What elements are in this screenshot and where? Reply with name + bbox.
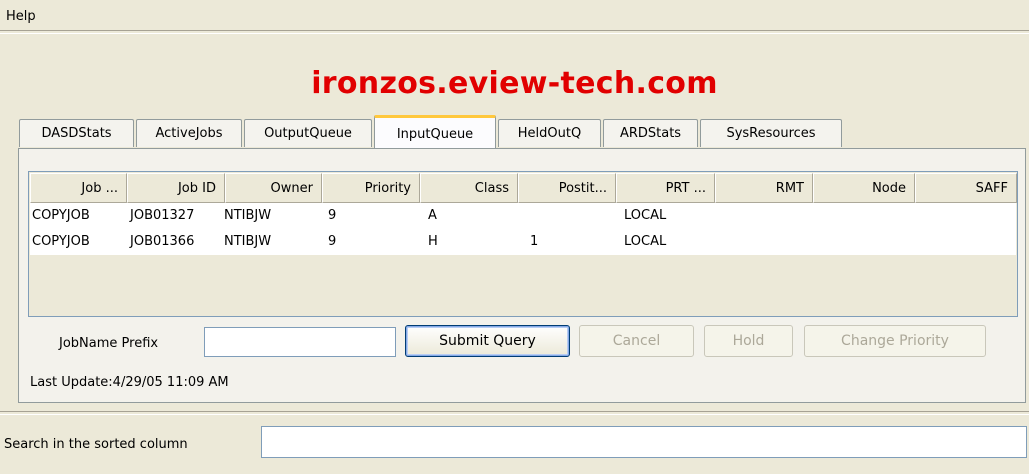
column-header-position[interactable]: Postit... <box>518 173 616 203</box>
column-header-class[interactable]: Class <box>420 173 518 203</box>
column-header-jobname[interactable]: Job ... <box>30 173 127 203</box>
tab-outputqueue[interactable]: OutputQueue <box>244 119 372 147</box>
cell-jobid: JOB01366 <box>130 234 195 249</box>
search-label: Search in the sorted column <box>4 437 188 452</box>
column-header-jobid[interactable]: Job ID <box>127 173 225 203</box>
cell-printer: LOCAL <box>624 234 667 249</box>
column-header-rmt[interactable]: RMT <box>715 173 813 203</box>
menu-bar: Help <box>0 0 1029 30</box>
cell-class: H <box>428 234 438 249</box>
cell-printer: LOCAL <box>624 208 667 223</box>
cell-class: A <box>428 208 437 223</box>
cell-jobname: COPYJOB <box>32 208 90 223</box>
table-body: COPYJOB JOB01327 NTIBJW 9 A LOCAL COPYJO… <box>30 203 1016 255</box>
menu-help[interactable]: Help <box>6 9 36 24</box>
tab-heldoutq[interactable]: HeldOutQ <box>498 119 601 147</box>
column-header-priority[interactable]: Priority <box>322 173 420 203</box>
status-divider <box>0 411 1029 415</box>
job-table[interactable]: Job ... Job ID Owner Priority Class Post… <box>28 171 1018 317</box>
cell-jobname: COPYJOB <box>32 234 90 249</box>
column-header-owner[interactable]: Owner <box>225 173 322 203</box>
tab-inputqueue[interactable]: InputQueue <box>374 115 496 148</box>
cell-position: 1 <box>530 234 539 249</box>
table-row[interactable]: COPYJOB JOB01366 NTIBJW 9 H 1 LOCAL <box>30 229 1016 255</box>
tab-dasdstats[interactable]: DASDStats <box>19 119 134 147</box>
cancel-button[interactable]: Cancel <box>579 325 694 357</box>
host-title: ironzos.eview-tech.com <box>311 66 718 101</box>
submit-query-button[interactable]: Submit Query <box>405 325 570 357</box>
last-update-text: Last Update:4/29/05 11:09 AM <box>30 375 229 390</box>
column-header-printer[interactable]: PRT ... <box>616 173 715 203</box>
cell-owner: NTIBJW <box>224 234 272 249</box>
tab-activejobs[interactable]: ActiveJobs <box>136 119 242 147</box>
jobname-prefix-label: JobName Prefix <box>59 336 159 351</box>
menu-divider <box>0 30 1029 34</box>
column-header-saff[interactable]: SAFF <box>915 173 1017 203</box>
jobname-prefix-input[interactable] <box>204 327 396 357</box>
tab-sysresources[interactable]: SysResources <box>700 119 842 147</box>
cell-jobid: JOB01327 <box>130 208 195 223</box>
tab-ardstats[interactable]: ARDStats <box>603 119 698 147</box>
cell-priority: 9 <box>328 234 337 249</box>
column-header-node[interactable]: Node <box>813 173 915 203</box>
cell-priority: 9 <box>328 208 337 223</box>
change-priority-button[interactable]: Change Priority <box>804 325 986 357</box>
hold-button[interactable]: Hold <box>704 325 793 357</box>
table-row[interactable]: COPYJOB JOB01327 NTIBJW 9 A LOCAL <box>30 203 1016 229</box>
sorted-column-search-input[interactable] <box>261 426 1027 458</box>
cell-owner: NTIBJW <box>224 208 272 223</box>
